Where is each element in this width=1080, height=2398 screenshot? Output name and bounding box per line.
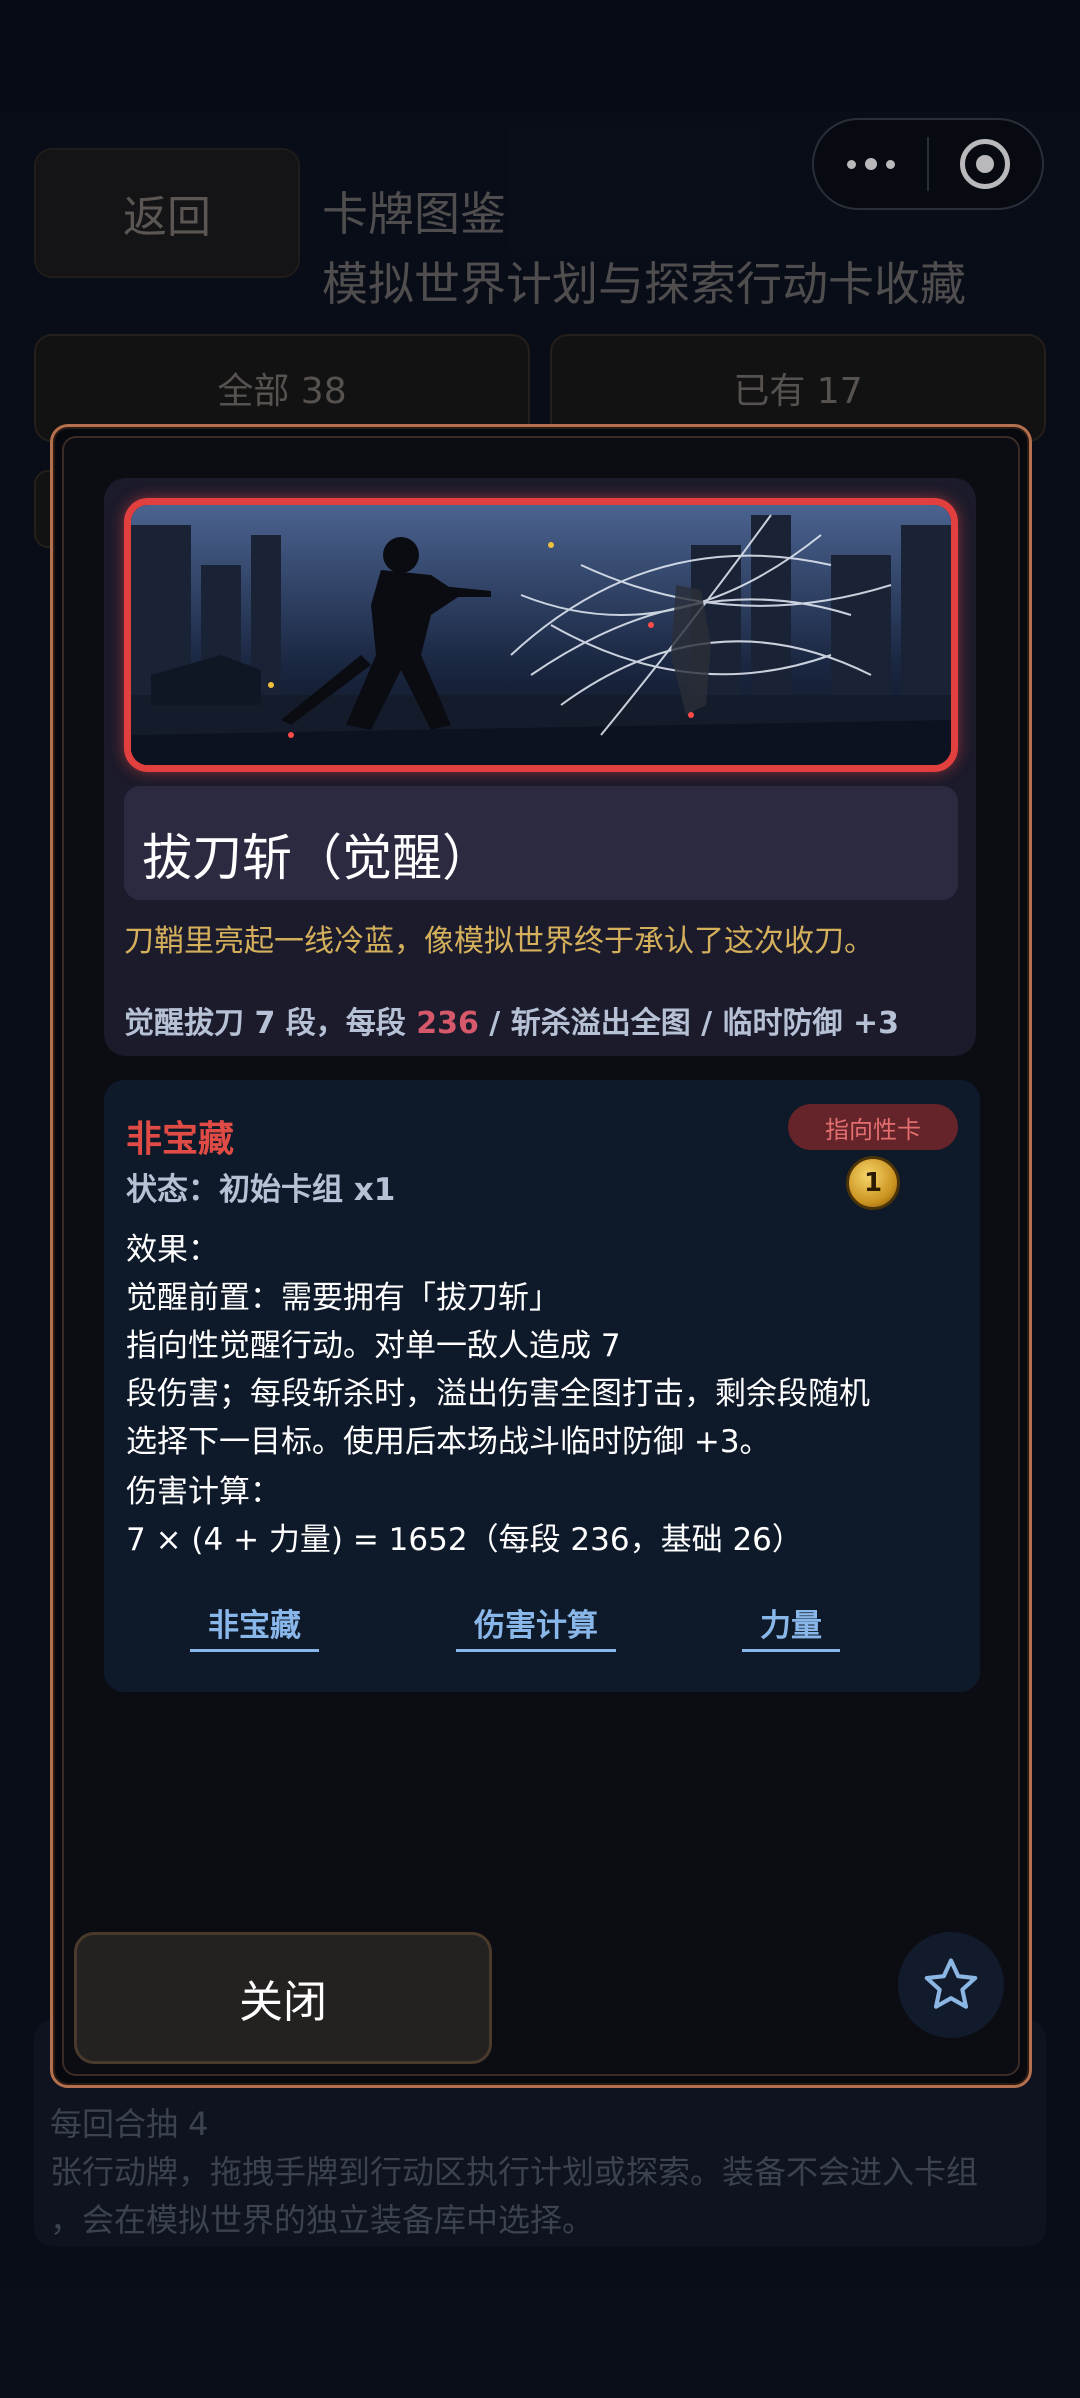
card-flavor-text: 刀鞘里亮起一线冷蓝，像模拟世界终于承认了这次收刀。: [124, 924, 874, 959]
summary-prefix: 觉醒拔刀 7 段，每段: [124, 1006, 417, 1041]
effect-line: 指向性觉醒行动。对单一敌人造成 7: [126, 1328, 621, 1364]
card-name: 拔刀斩（觉醒）: [142, 829, 492, 887]
rarity-label: 非宝藏: [126, 1119, 235, 1160]
effect-line: 选择下一目标。使用后本场战斗临时防御 +3。: [126, 1424, 771, 1460]
card-state: 状态：初始卡组 x1: [126, 1172, 396, 1208]
keyword-link-damage[interactable]: 伤害计算: [456, 1600, 616, 1652]
effect-line: 7 × (4 + 力量) = 1652（每段 236，基础 26）: [126, 1522, 803, 1558]
card-type-tag: 指向性卡: [788, 1104, 958, 1150]
energy-cost-icon: 1: [846, 1156, 900, 1210]
effect-line: 觉醒前置：需要拥有「拔刀斩」: [126, 1280, 560, 1316]
status-bar: [0, 0, 1080, 112]
favorite-button[interactable]: [898, 1932, 1004, 2038]
card-artwork: [124, 498, 958, 772]
keyword-link-strength[interactable]: 力量: [742, 1600, 840, 1652]
effect-line: 效果：: [126, 1232, 219, 1268]
star-outline-icon: [924, 1958, 978, 2009]
effect-line: 段伤害；每段斩杀时，溢出伤害全图打击，剩余段随机: [126, 1376, 870, 1412]
summary-damage: 236: [416, 1006, 479, 1041]
summary-suffix: / 斩杀溢出全图 / 临时防御 +3: [478, 1006, 899, 1041]
effect-line: 伤害计算：: [126, 1474, 281, 1510]
close-button[interactable]: 关闭: [74, 1932, 492, 2064]
card-summary: 觉醒拔刀 7 段，每段 236 / 斩杀溢出全图 / 临时防御 +3: [124, 998, 899, 1042]
keyword-link-treasure[interactable]: 非宝藏: [190, 1600, 319, 1652]
